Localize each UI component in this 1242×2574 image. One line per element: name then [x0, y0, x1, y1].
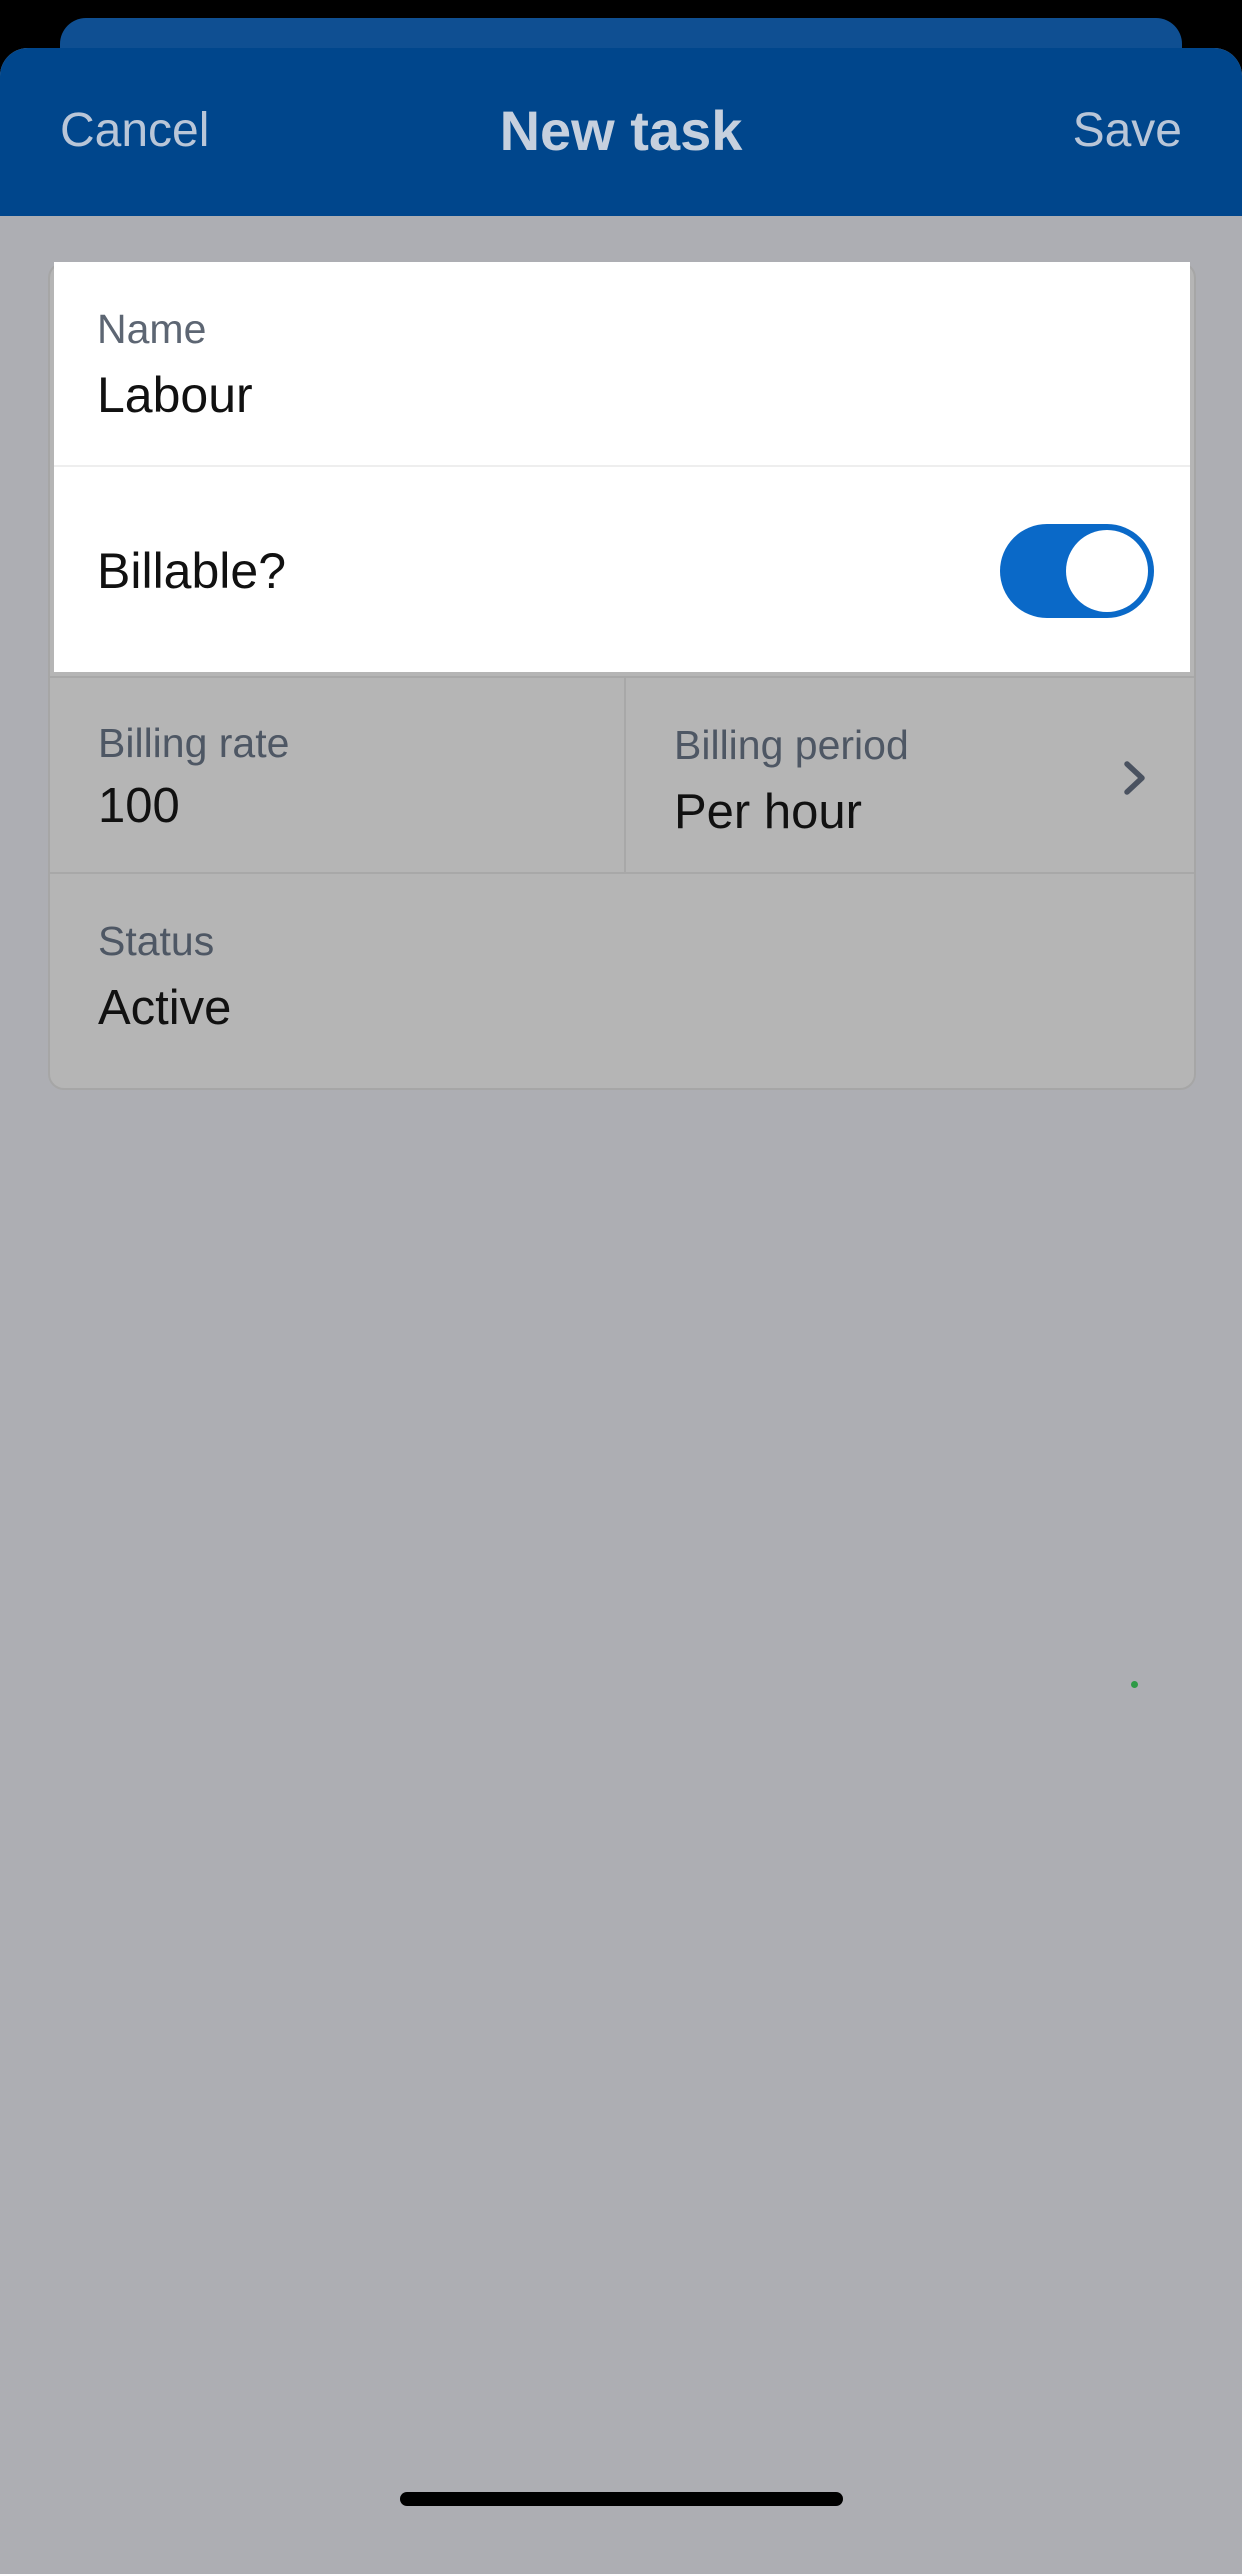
- new-task-modal: Cancel New task Save Billing rate 100 Bi…: [0, 48, 1242, 2574]
- save-button[interactable]: Save: [1073, 103, 1182, 158]
- billing-rate-field[interactable]: Billing rate 100: [50, 678, 624, 872]
- status-field[interactable]: Status Active: [50, 874, 1194, 1088]
- billable-row: Billable?: [54, 467, 1190, 672]
- name-input[interactable]: [97, 366, 1097, 424]
- status-label: Status: [98, 918, 215, 964]
- billing-rate-value: 100: [98, 779, 180, 833]
- toggle-knob: [1066, 530, 1148, 612]
- billing-period-label: Billing period: [674, 722, 909, 768]
- name-label: Name: [97, 306, 207, 352]
- billing-period-field[interactable]: Billing period Per hour: [626, 678, 1194, 872]
- billable-label: Billable?: [97, 543, 287, 599]
- page-title: New task: [499, 99, 743, 162]
- chevron-right-icon: [1124, 761, 1145, 795]
- green-dot: [1131, 1681, 1138, 1688]
- home-indicator: [400, 2492, 843, 2506]
- billing-period-value: Per hour: [674, 785, 862, 839]
- billable-toggle[interactable]: [1000, 524, 1154, 618]
- billing-rate-label: Billing rate: [98, 720, 290, 766]
- status-value: Active: [98, 981, 232, 1035]
- name-billable-card: Name Billable?: [54, 262, 1190, 672]
- navigation-bar: Cancel New task Save: [0, 48, 1242, 216]
- name-field: Name: [54, 262, 1190, 465]
